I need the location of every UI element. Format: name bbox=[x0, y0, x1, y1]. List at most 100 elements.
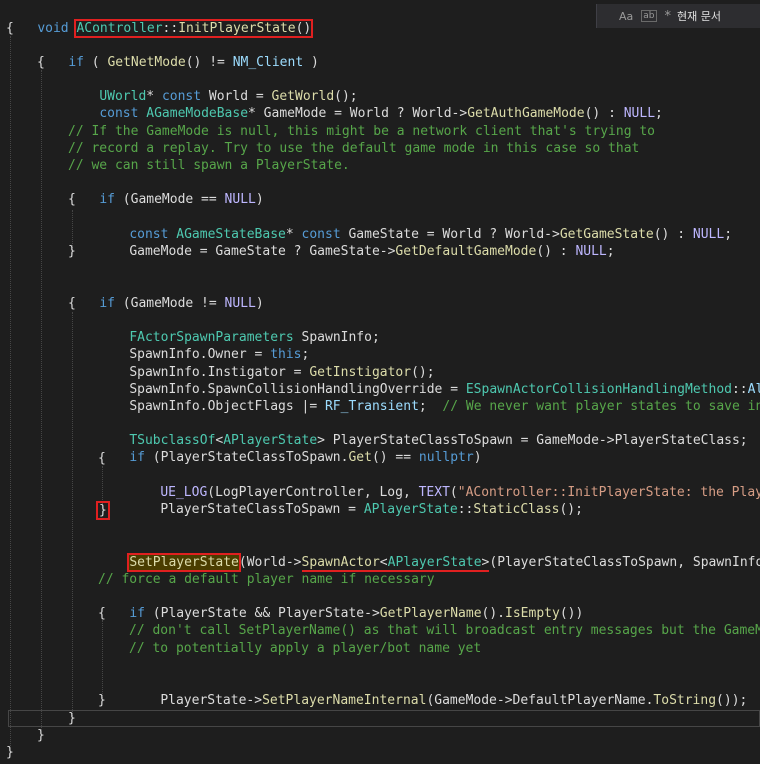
function-signature-highlight[interactable]: AController::InitPlayerState() bbox=[74, 19, 314, 38]
code-token: ) bbox=[255, 296, 264, 311]
code-line-9: // we can still spawn a PlayerState. bbox=[68, 157, 350, 174]
code-line-33: // to potentially apply a player/bot nam… bbox=[129, 640, 481, 657]
code-line-28: SetPlayerState(World->SpawnActor<APlayer… bbox=[98, 537, 760, 572]
code-comment: // to potentially apply a player/bot nam… bbox=[129, 641, 482, 656]
code-line-38: } bbox=[6, 744, 14, 761]
code-line-12: const AGameStateBase* const GameState = … bbox=[98, 209, 732, 242]
code-comment: // We never want player states to save i… bbox=[442, 399, 760, 414]
code-token: if bbox=[129, 450, 145, 465]
code-line-29: // force a default player name if necess… bbox=[98, 571, 435, 588]
code-token: nullptr bbox=[418, 450, 474, 465]
spawn-actor-underline[interactable]: SpawnActor<APlayerState> bbox=[301, 555, 490, 572]
code-token: { bbox=[98, 606, 106, 621]
code-token: AGameModeBase bbox=[146, 106, 249, 121]
code-line-31: { bbox=[98, 605, 106, 622]
code-token: } bbox=[68, 244, 76, 259]
search-scope-label[interactable]: 현재 문서 bbox=[677, 8, 721, 24]
code-token: ; bbox=[655, 106, 663, 121]
indent-guide bbox=[72, 312, 73, 716]
code-token: ) bbox=[303, 55, 319, 70]
code-token: } bbox=[6, 745, 14, 760]
code-token: if bbox=[99, 296, 115, 311]
code-token: ToString bbox=[653, 693, 717, 708]
code-line-2: { bbox=[6, 20, 14, 37]
code-line-7: // If the GameMode is null, this might b… bbox=[68, 123, 655, 140]
code-token: RF_Transient bbox=[324, 399, 419, 414]
code-line-23: if (PlayerStateClassToSpawn.Get() == nul… bbox=[98, 432, 481, 465]
code-line-32: // don't call SetPlayerName() as that wi… bbox=[129, 622, 760, 639]
code-line-26: PlayerStateClassToSpawn = APlayerState::… bbox=[129, 484, 583, 517]
code-token: PlayerStateClassToSpawn = bbox=[160, 502, 364, 517]
code-line-16: { bbox=[68, 295, 76, 312]
code-token: (World-> bbox=[238, 555, 302, 570]
code-token: ) bbox=[255, 192, 264, 207]
match-case-icon[interactable]: Aa bbox=[619, 10, 633, 23]
code-line-10: if (GameMode == NULL) bbox=[68, 174, 263, 207]
code-token: :: bbox=[162, 21, 179, 36]
code-token: APlayerState bbox=[387, 555, 482, 570]
code-token: IsEmpty bbox=[505, 606, 560, 621]
code-line-20: SpawnInfo.SpawnCollisionHandlingOverride… bbox=[98, 364, 760, 397]
code-token: (GameMode == bbox=[114, 192, 225, 207]
code-token: ()); bbox=[716, 693, 748, 708]
code-token: NM_Client bbox=[232, 55, 304, 70]
code-token: (PlayerStateClassToSpawn. bbox=[144, 450, 349, 465]
code-token: () != bbox=[185, 55, 233, 70]
code-token: ; bbox=[418, 399, 443, 414]
code-token: APlayerState bbox=[363, 502, 458, 517]
code-token: NULL bbox=[623, 106, 656, 121]
code-token: () == bbox=[371, 450, 419, 465]
code-token: () : bbox=[653, 227, 693, 242]
find-options-bar: Aa ab * 현재 문서 bbox=[596, 4, 760, 28]
code-comment: // we can still spawn a PlayerState. bbox=[68, 158, 350, 173]
whole-word-icon[interactable]: ab bbox=[641, 10, 657, 22]
code-token: if bbox=[99, 192, 115, 207]
code-token: ; bbox=[724, 227, 733, 242]
code-token: ; bbox=[606, 244, 615, 259]
code-token: ( bbox=[83, 55, 108, 70]
code-token: GameMode = GameState ? GameState-> bbox=[129, 244, 396, 259]
code-token: * GameMode = World ? World-> bbox=[248, 106, 468, 121]
code-token: GetDefaultGameMode bbox=[395, 244, 537, 259]
code-token: if bbox=[129, 606, 145, 621]
code-token: { bbox=[68, 296, 76, 311]
code-line-24: { bbox=[98, 450, 106, 467]
regex-icon[interactable]: * bbox=[665, 9, 672, 24]
code-token: () : bbox=[536, 244, 576, 259]
code-token: GetPlayerName bbox=[379, 606, 482, 621]
code-token: } bbox=[37, 728, 45, 743]
code-line-34: PlayerState->SetPlayerNameInternal(GameM… bbox=[129, 675, 747, 708]
code-line-13: GameMode = GameState ? GameState->GetDef… bbox=[98, 226, 614, 259]
code-token: (); bbox=[559, 502, 583, 517]
code-token: { bbox=[68, 192, 76, 207]
code-editor[interactable]: void AController::InitPlayerState() { if… bbox=[0, 0, 760, 764]
code-token: } bbox=[98, 693, 106, 708]
code-line-3: if ( GetNetMode() != NM_Client ) bbox=[37, 37, 319, 70]
code-token: (GameMode != bbox=[114, 296, 225, 311]
code-comment: // force a default player name if necess… bbox=[98, 572, 435, 587]
brace-match-highlight: } bbox=[96, 501, 110, 520]
code-comment: // record a replay. Try to use the defau… bbox=[68, 141, 640, 156]
current-line-highlight bbox=[8, 710, 760, 727]
set-player-state-highlight[interactable]: SetPlayerState bbox=[127, 553, 241, 572]
code-token: } bbox=[68, 711, 76, 726]
code-token: void bbox=[37, 21, 77, 36]
code-token: { bbox=[6, 21, 14, 36]
code-token: (). bbox=[481, 606, 506, 621]
code-line-17: FActorSpawnParameters SpawnInfo; bbox=[98, 312, 379, 345]
code-token: < bbox=[379, 555, 388, 570]
code-token: :: bbox=[457, 502, 474, 517]
code-token: { bbox=[37, 55, 45, 70]
code-token: ) bbox=[473, 450, 482, 465]
code-line-35: } bbox=[98, 692, 106, 709]
code-line-21: SpawnInfo.ObjectFlags |= RF_Transient; /… bbox=[98, 381, 760, 414]
code-line-27: } bbox=[96, 501, 110, 520]
code-line-37: } bbox=[37, 727, 45, 744]
code-token: ()) bbox=[559, 606, 584, 621]
code-token: if bbox=[68, 55, 84, 70]
code-token: InitPlayerState bbox=[178, 21, 296, 36]
code-token: PlayerState-> bbox=[160, 693, 263, 708]
code-token: NULL bbox=[224, 296, 256, 311]
code-comment: // don't call SetPlayerName() as that wi… bbox=[129, 623, 760, 638]
code-line-25: UE_LOG(LogPlayerController, Log, TEXT("A… bbox=[129, 467, 760, 500]
